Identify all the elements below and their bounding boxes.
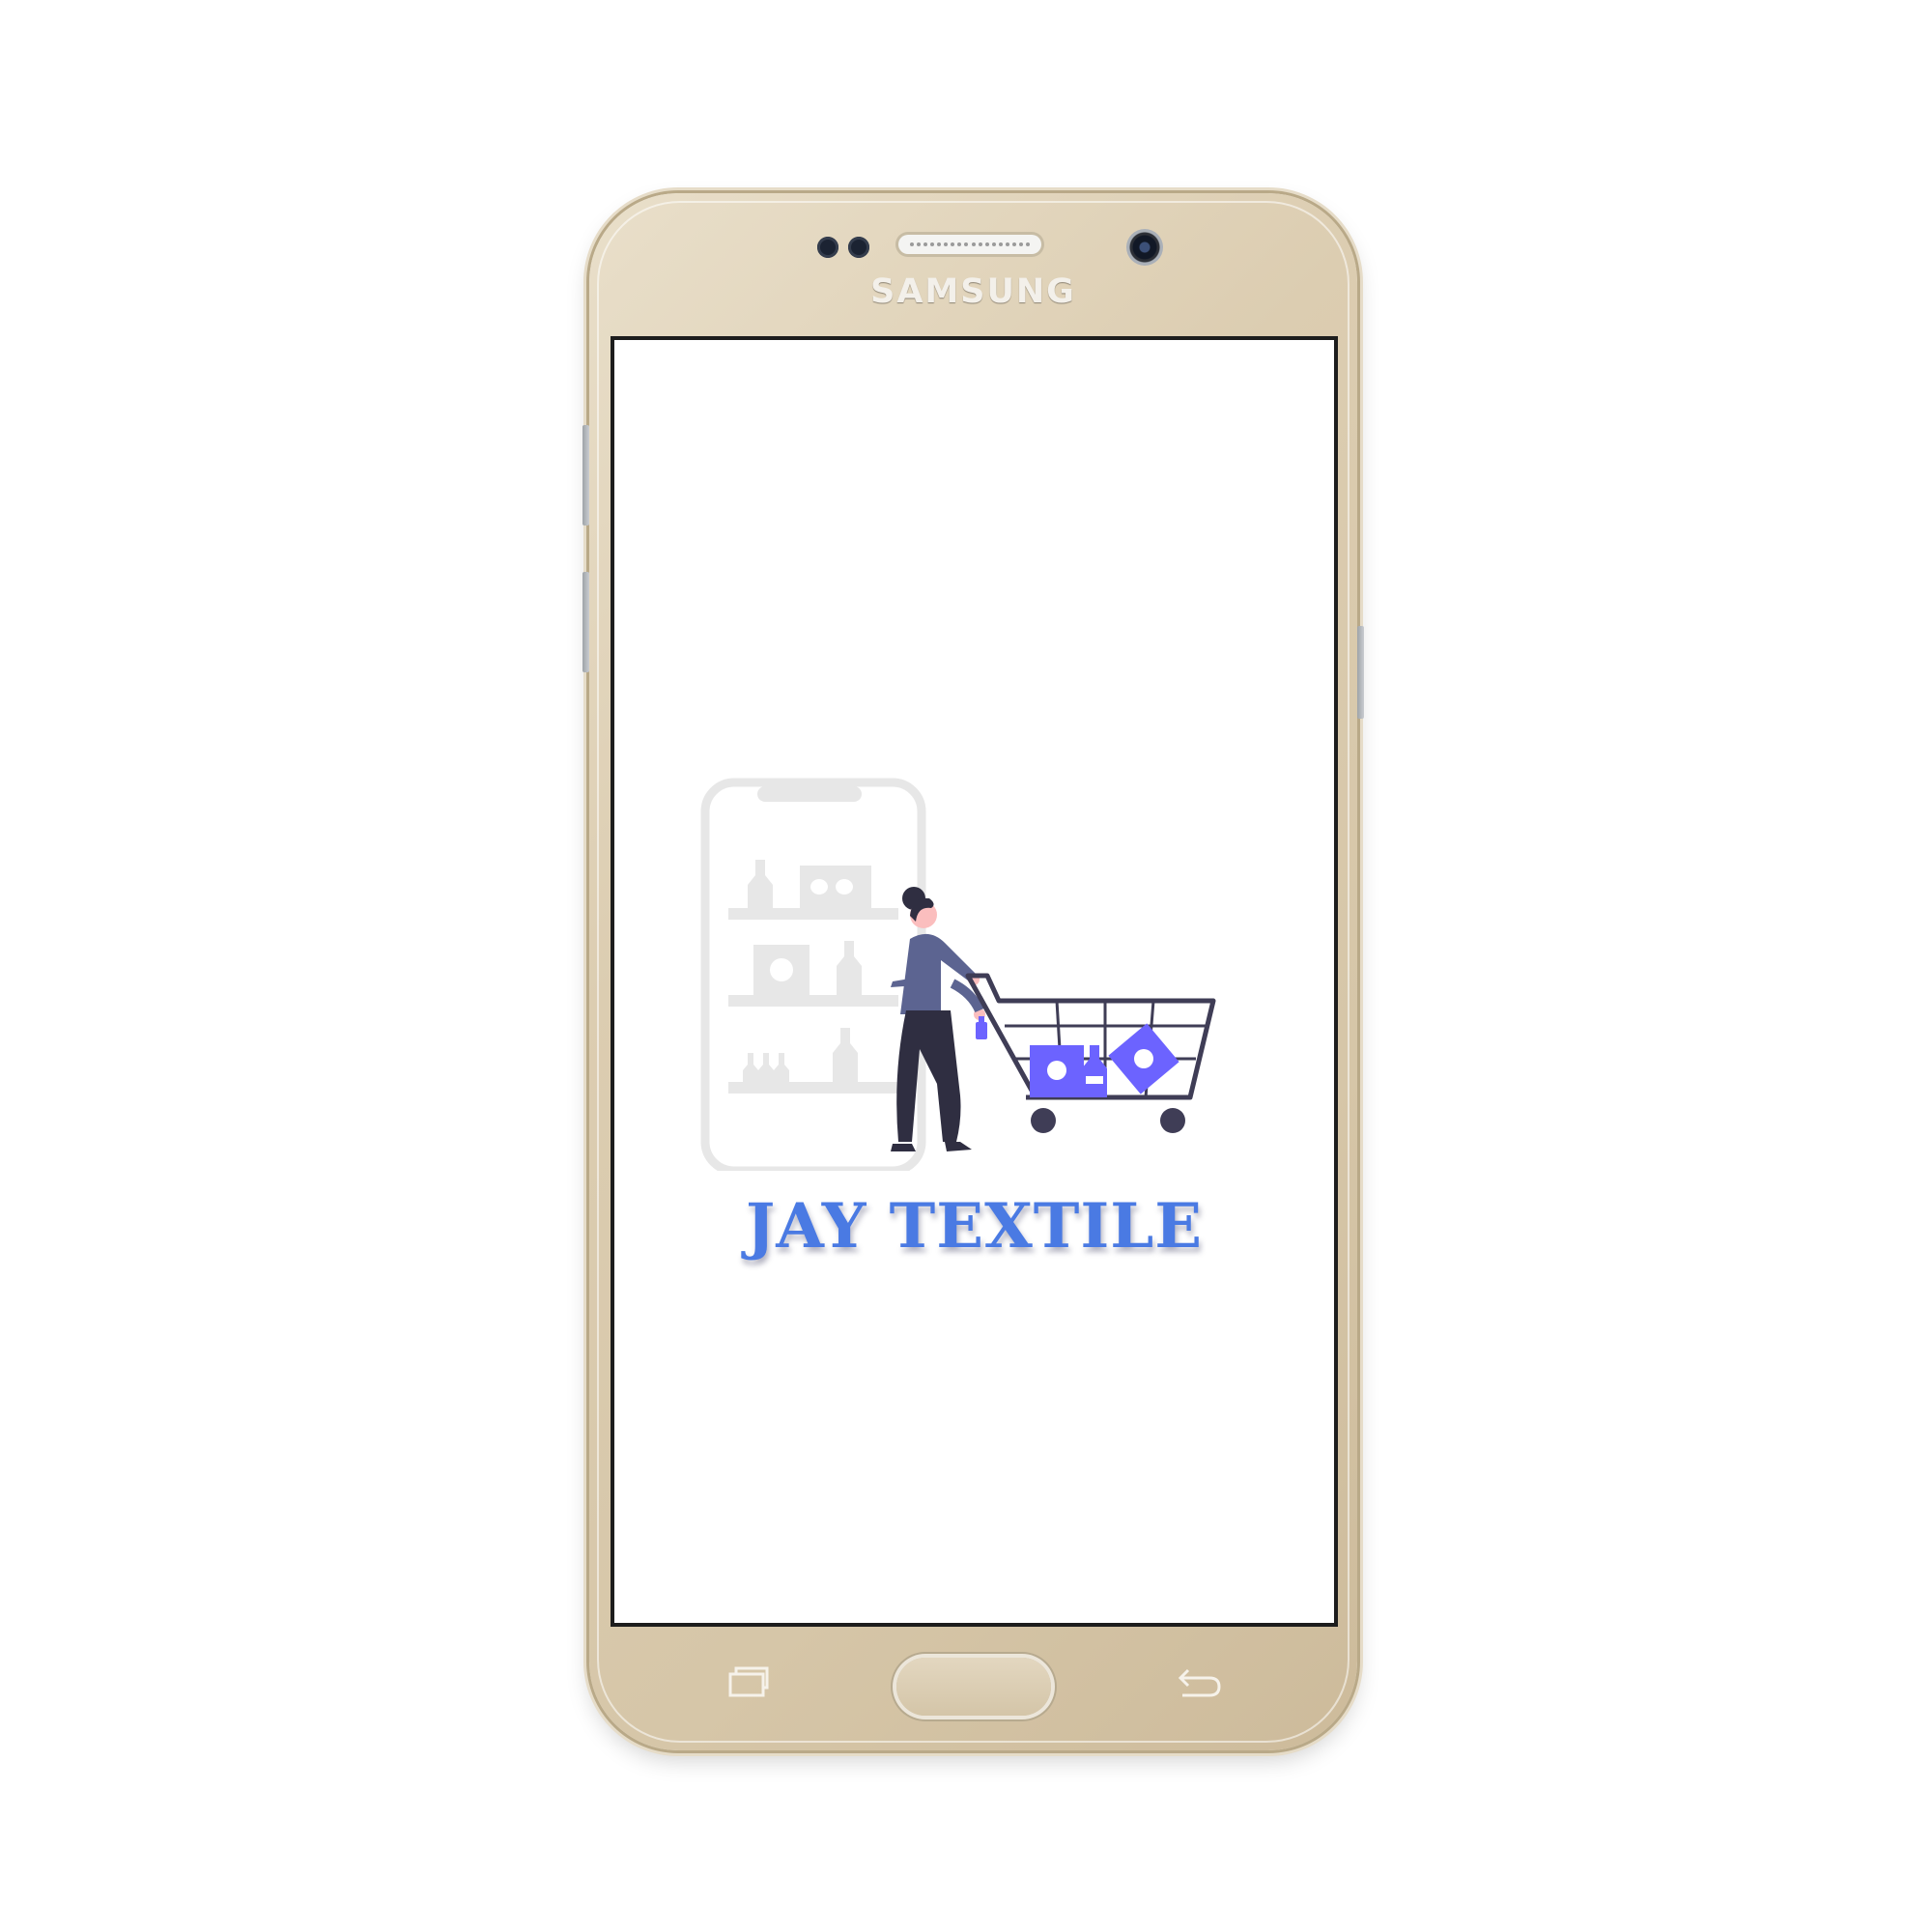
phone-frame: SAMSUNG JAY TEXTILE [582, 193, 1364, 1750]
power-button[interactable] [1357, 626, 1364, 719]
background-phone-shelves-icon [700, 778, 926, 1171]
volume-down-button[interactable] [582, 572, 589, 672]
shopping-cart-icon [965, 973, 1216, 1133]
brand-logo: SAMSUNG [870, 272, 1076, 311]
app-splash-screen: JAY TEXTILE [611, 336, 1338, 1627]
app-logo-text: JAY TEXTILE [745, 1190, 1204, 1263]
back-icon[interactable] [1175, 1662, 1223, 1701]
home-button[interactable] [896, 1658, 1051, 1716]
volume-up-button[interactable] [582, 425, 589, 526]
shopping-cart-illustration [700, 778, 1216, 1171]
proximity-sensor-icon [817, 237, 838, 258]
earpiece-speaker [898, 235, 1041, 254]
light-sensor-icon [848, 237, 869, 258]
front-camera-icon [1126, 229, 1163, 266]
recents-icon[interactable] [727, 1664, 770, 1699]
